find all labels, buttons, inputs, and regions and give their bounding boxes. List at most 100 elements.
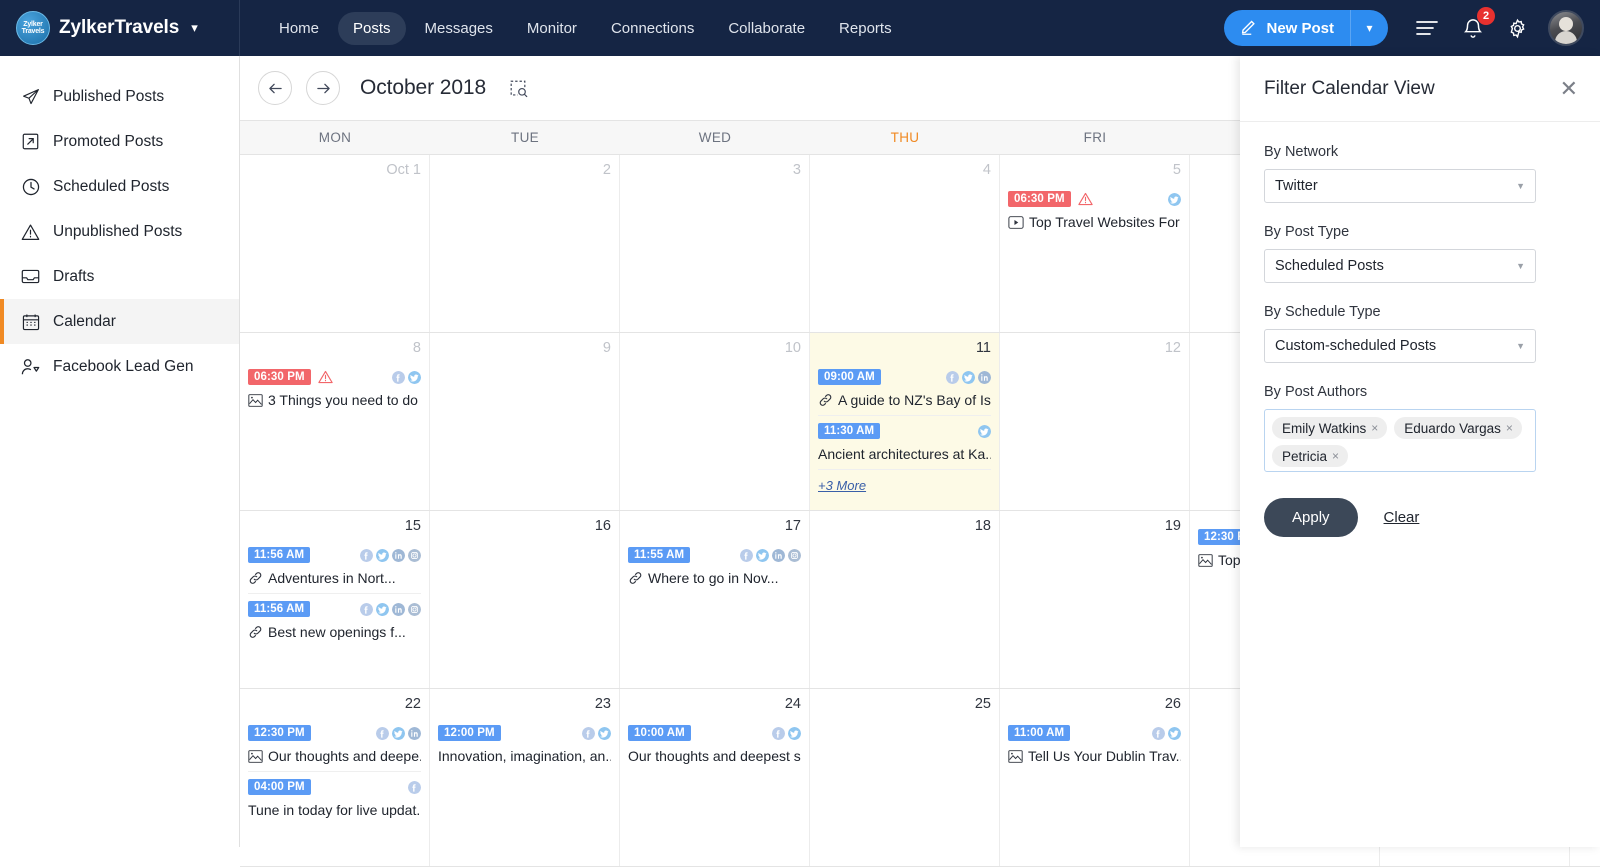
facebook-icon (946, 370, 959, 384)
calendar-event[interactable]: 12:00 PM Innovation, imagination, an... (438, 718, 611, 771)
nav-item-home[interactable]: Home (264, 12, 334, 45)
chevron-down-icon: ▼ (1516, 181, 1525, 191)
event-meta-row: 09:00 AM (818, 368, 991, 386)
calendar-day-cell[interactable]: 26 11:00 AM Tell Us Your Dublin Trav... (1000, 689, 1190, 866)
chevron-down-icon: ▼ (1516, 261, 1525, 271)
nav-item-monitor[interactable]: Monitor (512, 12, 592, 45)
event-title-row: Tune in today for live updat... (248, 802, 421, 818)
by-network-select[interactable]: Twitter ▼ (1264, 169, 1536, 203)
event-meta-row: 11:56 AM (248, 546, 421, 564)
calendar-day-cell[interactable]: 24 10:00 AM Our thoughts and deepest s... (620, 689, 810, 866)
author-chip[interactable]: Petricia × (1272, 445, 1349, 467)
more-events-link[interactable]: +3 More (818, 478, 991, 493)
warning-triangle-icon (21, 222, 40, 241)
day-number: 23 (594, 696, 611, 712)
sidebar-item-calendar[interactable]: Calendar (0, 299, 239, 344)
calendar-day-cell[interactable]: 10 (620, 333, 810, 510)
calendar-day-cell[interactable]: 23 12:00 PM Innovation, imagination, an... (430, 689, 620, 866)
calendar-day-cell[interactable]: 2 (430, 155, 620, 332)
video-icon (1008, 215, 1024, 229)
calendar-event[interactable]: 04:00 PM Tune in today for live updat... (248, 772, 421, 825)
new-post-main[interactable]: New Post (1224, 10, 1350, 46)
notifications-icon[interactable]: 2 (1458, 7, 1495, 43)
calendar-day-cell[interactable]: 8 06:30 PM 3 Things you need to do ... (240, 333, 430, 510)
calendar-search-icon[interactable] (508, 78, 528, 98)
calendar-event[interactable]: 11:56 AM Adventures in Nort... (248, 540, 421, 594)
calendar-day-cell[interactable]: 3 (620, 155, 810, 332)
dow-tue: TUE (511, 130, 539, 145)
calendar-event[interactable]: 06:30 PM 3 Things you need to do ... (248, 362, 421, 415)
sidebar-item-drafts[interactable]: Drafts (0, 254, 239, 299)
twitter-icon (788, 726, 801, 740)
calendar-event[interactable]: 06:30 PM Top Travel Websites For ... (1008, 184, 1181, 237)
calendar-event[interactable]: 09:00 AM A guide to NZ's Bay of Is... (818, 362, 991, 416)
calendar-day-cell[interactable]: 11 09:00 AM A guide to NZ's Bay of Is... 11… (810, 333, 1000, 510)
nav-item-posts[interactable]: Posts (338, 11, 406, 45)
calendar-day-cell[interactable]: Oct 1 (240, 155, 430, 332)
calendar-day-cell[interactable]: 19 (1000, 511, 1190, 688)
twitter-icon (392, 726, 405, 740)
arrow-out-box-icon (21, 132, 40, 151)
linkedin-icon (772, 548, 785, 562)
sidebar-item-unpublished-posts[interactable]: Unpublished Posts (0, 209, 239, 254)
gear-icon[interactable] (1502, 13, 1532, 43)
clear-button[interactable]: Clear (1384, 509, 1420, 526)
calendar-day-cell[interactable]: 12 (1000, 333, 1190, 510)
next-month-button[interactable] (306, 71, 340, 105)
author-chip-remove-icon[interactable]: × (1371, 421, 1378, 435)
calendar-event[interactable]: 10:00 AM Our thoughts and deepest s... (628, 718, 801, 771)
by-post-authors-label: By Post Authors (1264, 384, 1368, 400)
author-chip-remove-icon[interactable]: × (1332, 449, 1339, 463)
calendar-event[interactable]: 11:00 AM Tell Us Your Dublin Trav... (1008, 718, 1181, 771)
new-post-dropdown-caret[interactable]: ▾ (1350, 10, 1388, 46)
calendar-day-cell[interactable]: 22 12:30 PM Our thoughts and deepe... 04:00… (240, 689, 430, 866)
filter-panel-body: By Network Twitter ▼ By Post Type Schedu… (1240, 122, 1600, 537)
calendar-day-cell[interactable]: 4 (810, 155, 1000, 332)
close-icon[interactable]: ✕ (1560, 77, 1578, 100)
calendar-day-cell[interactable]: 25 (810, 689, 1000, 866)
calendar-event[interactable]: 12:30 PM Our thoughts and deepe... (248, 718, 421, 772)
sidebar-item-facebook-lead-gen[interactable]: Facebook Lead Gen (0, 344, 239, 389)
sidebar-item-scheduled-posts[interactable]: Scheduled Posts (0, 164, 239, 209)
author-chip-remove-icon[interactable]: × (1506, 421, 1513, 435)
brand-switcher[interactable]: Zylker Travels ZylkerTravels ▾ (0, 0, 240, 56)
new-post-button[interactable]: New Post ▾ (1224, 10, 1388, 46)
image-icon (248, 393, 263, 407)
user-avatar[interactable] (1548, 10, 1584, 46)
sidebar-item-published-posts[interactable]: Published Posts (0, 74, 239, 119)
by-post-type-select[interactable]: Scheduled Posts ▼ (1264, 249, 1536, 283)
calendar-day-cell[interactable]: 18 (810, 511, 1000, 688)
nav-item-messages[interactable]: Messages (410, 12, 508, 45)
video-icon (1008, 215, 1024, 229)
nav-item-reports[interactable]: Reports (824, 12, 907, 45)
calendar-day-cell[interactable]: 16 (430, 511, 620, 688)
new-post-label: New Post (1266, 19, 1334, 37)
calendar-event[interactable]: 11:56 AM Best new openings f... (248, 594, 421, 647)
link-icon (819, 394, 832, 406)
facebook-icon (582, 726, 595, 740)
calendar-day-cell[interactable]: 17 11:55 AM Where to go in Nov... (620, 511, 810, 688)
event-network-icons (1152, 726, 1181, 740)
facebook-icon (360, 548, 373, 562)
top-navigation-bar: Zylker Travels ZylkerTravels ▾ Home Post… (0, 0, 1600, 56)
apply-button[interactable]: Apply (1264, 498, 1358, 537)
nav-item-connections[interactable]: Connections (596, 12, 709, 45)
calendar-day-cell[interactable]: 15 11:56 AM Adventures in Nort... 11:56 AM B… (240, 511, 430, 688)
calendar-day-cell[interactable]: 5 06:30 PM Top Travel Websites For ... (1000, 155, 1190, 332)
calendar-day-cell[interactable]: 9 (430, 333, 620, 510)
event-title: Tell Us Your Dublin Trav... (1028, 748, 1181, 764)
dow-mon: MON (318, 130, 352, 145)
by-schedule-type-select[interactable]: Custom-scheduled Posts ▼ (1264, 329, 1536, 363)
by-post-authors-input[interactable]: Emily Watkins × Eduardo Vargas × Petricia × (1264, 409, 1536, 472)
nav-item-collaborate[interactable]: Collaborate (713, 12, 820, 45)
event-network-icons (978, 424, 991, 438)
by-network-label: By Network (1264, 144, 1339, 160)
hamburger-menu-icon[interactable] (1410, 13, 1444, 43)
author-chip[interactable]: Emily Watkins × (1272, 417, 1388, 439)
calendar-event[interactable]: 11:55 AM Where to go in Nov... (628, 540, 801, 593)
previous-month-button[interactable] (258, 71, 292, 105)
calendar-event[interactable]: 11:30 AM Ancient architectures at Ka... (818, 416, 991, 470)
image-icon (248, 749, 263, 763)
author-chip[interactable]: Eduardo Vargas × (1394, 417, 1522, 439)
sidebar-item-promoted-posts[interactable]: Promoted Posts (0, 119, 239, 164)
